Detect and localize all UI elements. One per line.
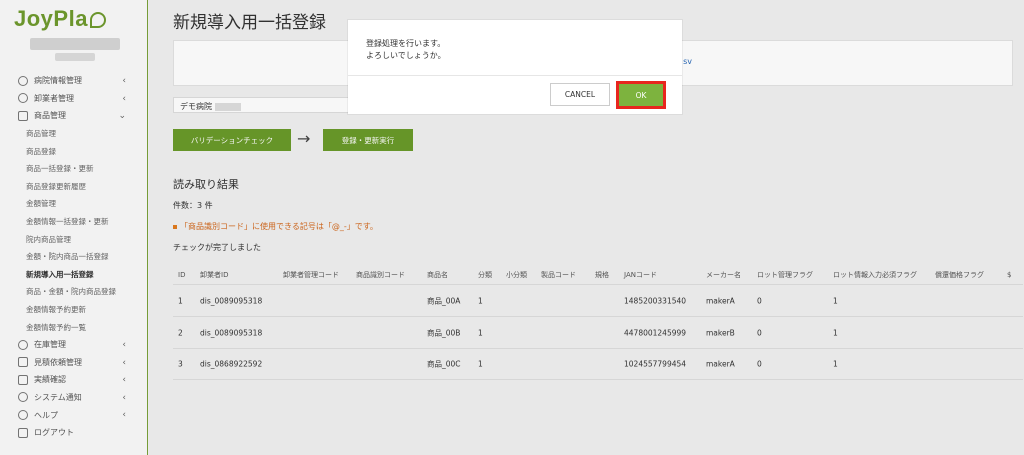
cancel-button[interactable]: CANCEL: [550, 83, 610, 106]
confirm-dialog: 登録処理を行います。 よろしいでしょうか。 CANCEL OK: [348, 20, 682, 114]
ok-button-highlight: OK: [616, 81, 666, 109]
ok-button[interactable]: OK: [619, 84, 663, 106]
dialog-message-line2: よろしいでしょうか。: [366, 51, 446, 60]
dialog-message-line1: 登録処理を行います。: [366, 39, 446, 48]
dialog-divider: [348, 75, 682, 76]
